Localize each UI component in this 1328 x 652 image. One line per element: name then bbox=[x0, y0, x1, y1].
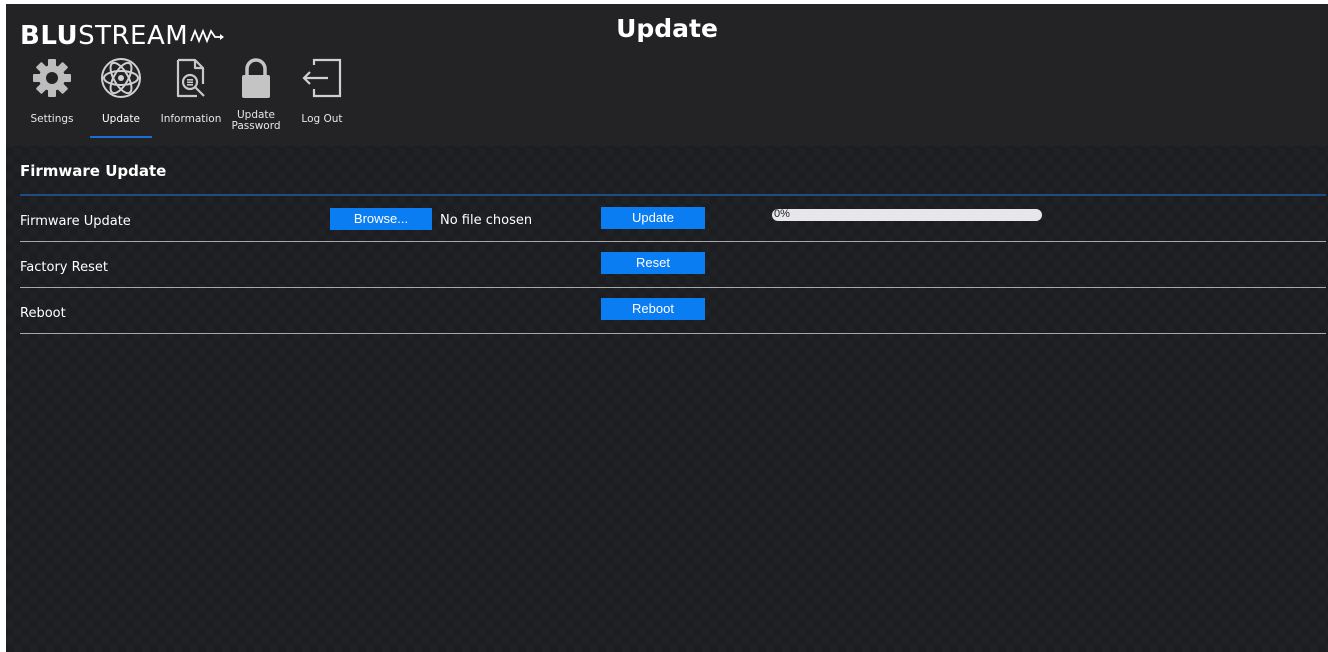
row-divider bbox=[20, 333, 1326, 334]
reboot-button[interactable]: Reboot bbox=[601, 298, 705, 320]
atom-icon bbox=[101, 58, 141, 98]
firmware-update-label: Firmware Update bbox=[20, 214, 131, 229]
header: BLU STREAM Update Settings Update Inform… bbox=[6, 4, 1328, 146]
update-button[interactable]: Update bbox=[601, 207, 705, 229]
nav-label-information: Information bbox=[160, 113, 222, 125]
nav-label-update-password: Update Password bbox=[231, 109, 281, 132]
nav-label-update: Update bbox=[101, 113, 141, 125]
lock-icon bbox=[242, 58, 270, 98]
logout-icon bbox=[302, 58, 342, 98]
nav-item-update[interactable]: Update bbox=[88, 56, 154, 142]
reset-button[interactable]: Reset bbox=[601, 252, 705, 274]
document-search-icon bbox=[176, 58, 205, 98]
reboot-label: Reboot bbox=[20, 306, 66, 321]
gear-icon bbox=[33, 59, 71, 97]
factory-reset-row: Factory Reset Reset bbox=[20, 242, 1326, 288]
nav-item-settings[interactable]: Settings bbox=[20, 56, 84, 142]
nav-label-settings: Settings bbox=[30, 113, 74, 125]
file-status-text: No file chosen bbox=[440, 213, 533, 228]
page-title: Update bbox=[616, 14, 718, 43]
firmware-progress-bar: 0% bbox=[772, 209, 1042, 221]
reboot-row: Reboot Reboot bbox=[20, 288, 1326, 334]
firmware-update-row: Firmware Update Browse... No file chosen… bbox=[20, 196, 1326, 242]
app-window: BLU STREAM Update Settings Update Inform… bbox=[6, 4, 1328, 652]
factory-reset-label: Factory Reset bbox=[20, 260, 108, 275]
progress-percent: 0% bbox=[774, 209, 790, 220]
nav-item-update-password[interactable]: Update Password bbox=[230, 56, 282, 142]
section-title: Firmware Update bbox=[20, 162, 167, 180]
browse-button[interactable]: Browse... bbox=[330, 208, 432, 230]
nav-item-information[interactable]: Information bbox=[158, 56, 224, 142]
nav-item-log-out[interactable]: Log Out bbox=[292, 56, 352, 142]
nav-label-log-out: Log Out bbox=[301, 113, 343, 125]
nav-active-indicator bbox=[90, 136, 152, 138]
